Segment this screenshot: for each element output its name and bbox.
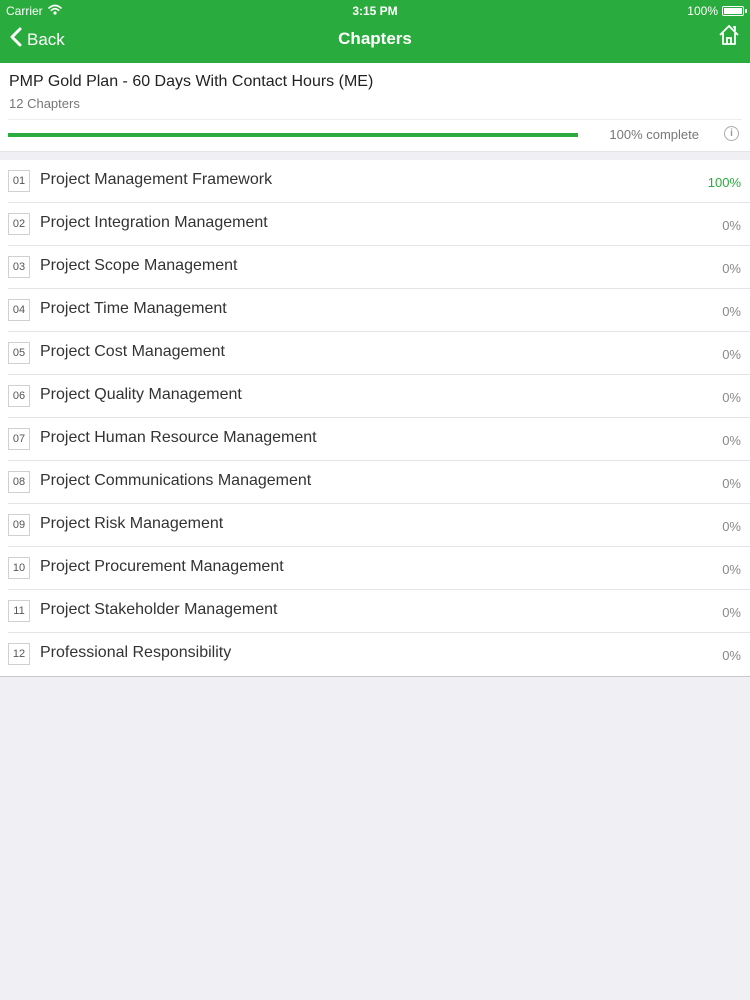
chapter-progress: 100% [707, 175, 741, 190]
home-icon [718, 25, 740, 50]
chapter-progress: 0% [722, 476, 741, 491]
status-time: 3:15 PM [352, 4, 398, 18]
battery-icon [722, 6, 747, 16]
section-separator [0, 151, 750, 160]
chapter-title: Project Management Framework [40, 171, 273, 188]
chapter-number: 12 [8, 643, 30, 665]
progress-bar [8, 133, 578, 137]
chapter-row[interactable]: 06 Project Quality Management 0% [0, 375, 750, 418]
progress-row: 100% complete i [8, 119, 742, 150]
chapter-progress: 0% [722, 390, 741, 405]
top-bar: Carrier 3:15 PM 100% Back Chapters [0, 0, 750, 63]
chapter-progress: 0% [722, 605, 741, 620]
chapter-progress: 0% [722, 304, 741, 319]
chapter-title: Project Communications Management [40, 472, 312, 489]
chapter-list: 01 Project Management Framework 100% 02 Proj… [0, 160, 750, 677]
plan-header: PMP Gold Plan - 60 Days With Contact Hou… [0, 63, 750, 151]
chapter-progress: 0% [722, 648, 741, 663]
chapter-title: Project Cost Management [40, 343, 225, 360]
chapter-row[interactable]: 01 Project Management Framework 100% [0, 160, 750, 203]
chapter-number: 03 [8, 256, 30, 278]
chapter-title: Project Stakeholder Management [40, 601, 278, 618]
chapter-row[interactable]: 03 Project Scope Management 0% [0, 246, 750, 289]
chapter-number: 01 [8, 170, 30, 192]
progress-fill [8, 133, 578, 137]
chapter-number: 10 [8, 557, 30, 579]
chapter-title: Project Quality Management [40, 386, 242, 403]
chapter-progress: 0% [722, 433, 741, 448]
chapter-row[interactable]: 10 Project Procurement Management 0% [0, 547, 750, 590]
chapter-number: 11 [8, 600, 30, 622]
chapter-progress: 0% [722, 562, 741, 577]
chapter-progress: 0% [722, 519, 741, 534]
chapter-title: Project Integration Management [40, 214, 268, 231]
nav-bar: Back Chapters [0, 22, 750, 63]
chapter-row[interactable]: 11 Project Stakeholder Management 0% [0, 590, 750, 633]
chapter-number: 09 [8, 514, 30, 536]
chapter-number: 04 [8, 299, 30, 321]
page-title: Chapters [338, 29, 412, 48]
info-icon[interactable]: i [724, 126, 739, 141]
chapter-row[interactable]: 04 Project Time Management 0% [0, 289, 750, 332]
chapter-row[interactable]: 12 Professional Responsibility 0% [0, 633, 750, 676]
chapter-number: 06 [8, 385, 30, 407]
chapter-row[interactable]: 08 Project Communications Management 0% [0, 461, 750, 504]
chapter-number: 05 [8, 342, 30, 364]
chapter-title: Project Scope Management [40, 257, 238, 274]
chapter-title: Project Risk Management [40, 515, 224, 532]
status-right: 100% [687, 4, 747, 18]
chapter-progress: 0% [722, 218, 741, 233]
status-bar: Carrier 3:15 PM 100% [0, 0, 750, 22]
plan-title: PMP Gold Plan - 60 Days With Contact Hou… [9, 73, 374, 90]
chapter-title: Project Procurement Management [40, 558, 284, 575]
chapter-number: 07 [8, 428, 30, 450]
chapter-number: 08 [8, 471, 30, 493]
chapter-row[interactable]: 05 Project Cost Management 0% [0, 332, 750, 375]
chapter-title: Professional Responsibility [40, 644, 232, 661]
home-button[interactable] [718, 24, 740, 51]
chapter-progress: 0% [722, 261, 741, 276]
chapter-row[interactable]: 09 Project Risk Management 0% [0, 504, 750, 547]
chapter-progress: 0% [722, 347, 741, 362]
chapter-row[interactable]: 07 Project Human Resource Management 0% [0, 418, 750, 461]
chapter-number: 02 [8, 213, 30, 235]
chapter-title: Project Time Management [40, 300, 227, 317]
progress-label: 100% complete [609, 127, 699, 142]
chapter-row[interactable]: 02 Project Integration Management 0% [0, 203, 750, 246]
battery-percent: 100% [687, 4, 718, 18]
chapter-title: Project Human Resource Management [40, 429, 317, 446]
plan-chapter-count: 12 Chapters [9, 96, 80, 111]
